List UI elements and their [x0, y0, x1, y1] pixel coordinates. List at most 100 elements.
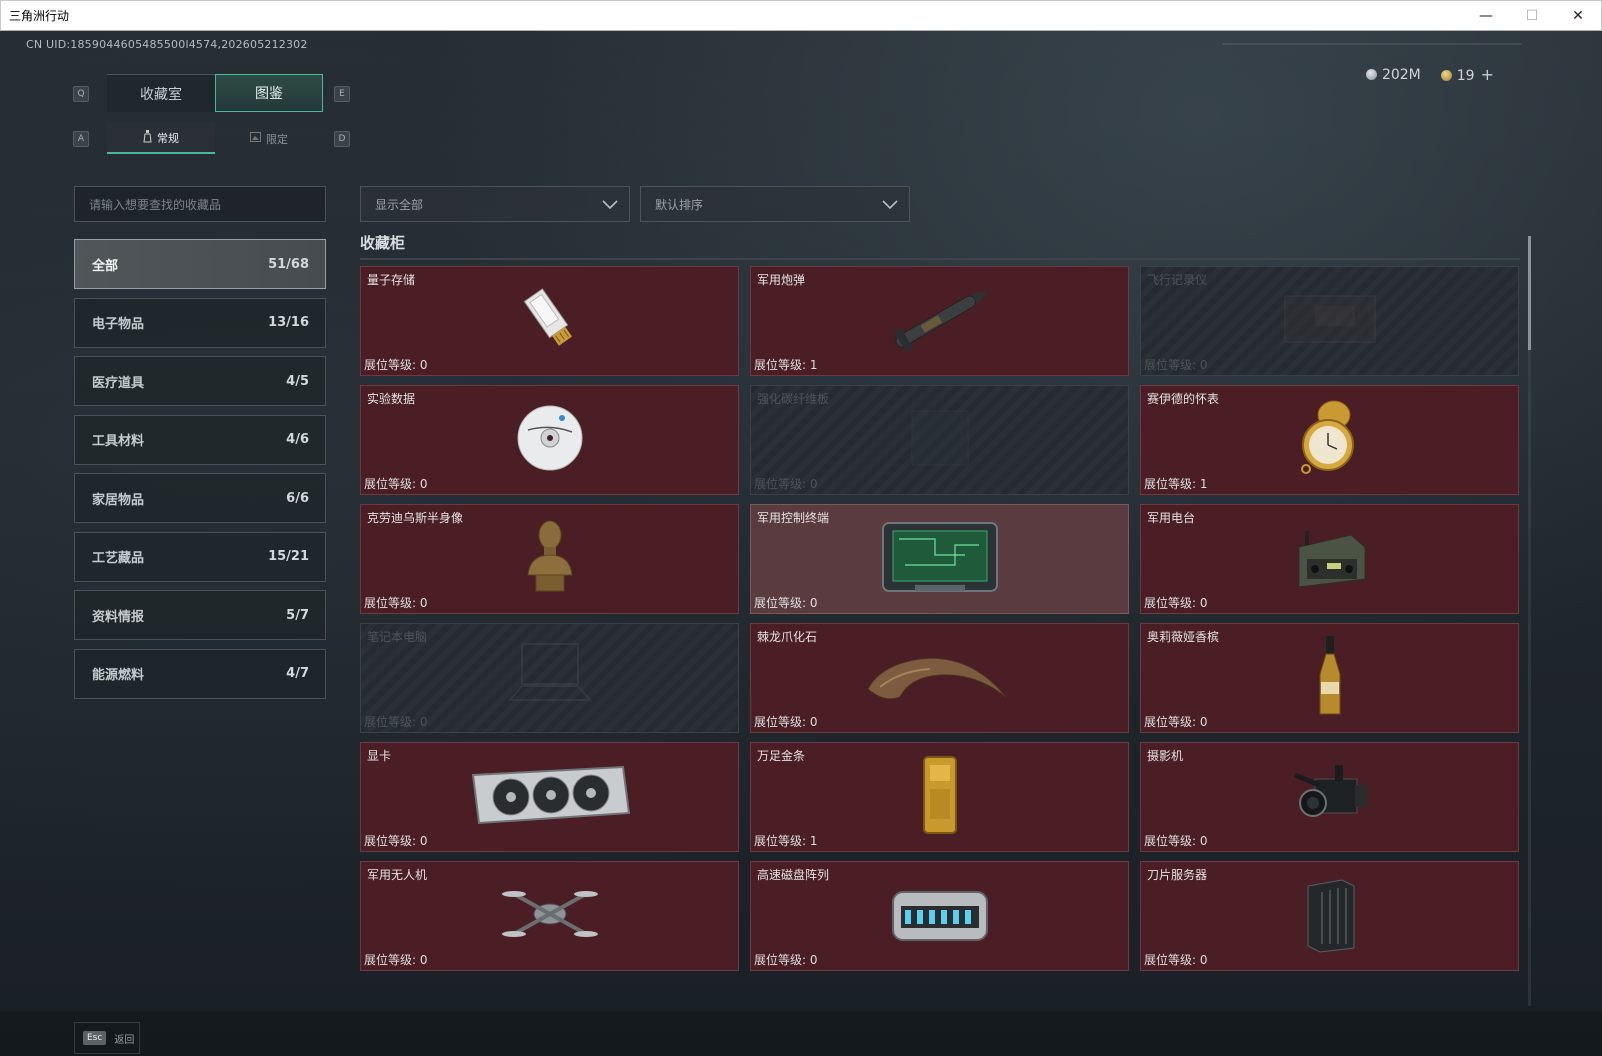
gold-coin-icon	[1440, 70, 1452, 81]
flight-recorder-icon	[1275, 284, 1385, 358]
item-level: 展位等级: 0	[364, 715, 428, 729]
category-label: 能源燃料	[92, 668, 145, 683]
window-titlebar: 三角洲行动 — ☐ ✕	[0, 0, 1602, 31]
category-label: 家居物品	[92, 492, 145, 508]
item-name: 量子存储	[367, 273, 416, 287]
sort-value: 默认排序	[655, 197, 704, 212]
radio-icon	[1285, 517, 1375, 601]
category-count: 4/6	[286, 432, 309, 447]
category-medical[interactable]: 医疗道具 4/5	[74, 356, 326, 406]
section-divider	[360, 258, 1520, 260]
subtab-limited[interactable]: 限定	[215, 123, 323, 154]
drone-icon	[500, 876, 600, 956]
item-level: 展位等级: 0	[364, 834, 428, 848]
category-all[interactable]: 全部 51/68	[74, 239, 326, 289]
section-title: 收藏柜	[360, 234, 406, 252]
item-level: 展位等级: 0	[754, 715, 818, 729]
category-count: 5/7	[286, 607, 309, 623]
back-button[interactable]: Esc 返回	[74, 1022, 140, 1054]
bottle-icon	[143, 129, 152, 146]
item-level: 展位等级: 1	[1144, 477, 1208, 491]
category-label: 电子物品	[92, 317, 145, 332]
scrollbar-thumb[interactable]	[1528, 236, 1531, 350]
tab-catalog[interactable]: 图鉴	[215, 74, 323, 112]
image-icon	[250, 132, 261, 145]
item-level: 展位等级: 0	[1144, 715, 1208, 729]
item-name: 克劳迪乌斯半身像	[367, 511, 464, 525]
item-name: 万足金条	[757, 749, 806, 763]
main-tabs: 收藏室 图鉴	[107, 74, 323, 112]
item-card[interactable]: 实验数据 展位等级: 0	[360, 385, 739, 495]
esc-key-badge: Esc	[83, 1031, 107, 1045]
category-count: 4/7	[286, 666, 309, 681]
category-count: 4/5	[286, 373, 309, 389]
item-card[interactable]: 军用无人机 展位等级: 0	[360, 861, 739, 971]
category-electronics[interactable]: 电子物品 13/16	[74, 297, 326, 348]
chevron-down-icon	[881, 195, 899, 216]
camera-icon	[1285, 755, 1375, 839]
item-card[interactable]: 军用炮弹 展位等级: 1	[750, 266, 1129, 376]
display-filter-dropdown[interactable]: 显示全部	[360, 186, 630, 222]
item-card-highlighted[interactable]: 军用控制终端 展位等级: 0	[750, 504, 1129, 614]
item-card-locked[interactable]: 笔记本电脑 展位等级: 0	[360, 623, 739, 733]
gold-currency: 19 +	[1440, 65, 1494, 84]
item-card[interactable]: 棘龙爪化石 展位等级: 0	[750, 623, 1129, 733]
category-intel[interactable]: 资料情报 5/7	[74, 590, 326, 640]
item-card-locked[interactable]: 飞行记录仪 展位等级: 0	[1140, 266, 1519, 376]
category-label: 全部	[92, 258, 119, 274]
search-input[interactable]: 请输入想要查找的收藏品	[74, 186, 326, 222]
maximize-button[interactable]: ☐	[1509, 1, 1555, 31]
category-count: 13/16	[268, 315, 309, 330]
item-level: 展位等级: 0	[1144, 834, 1208, 848]
item-name: 实验数据	[367, 392, 416, 406]
close-button[interactable]: ✕	[1555, 1, 1601, 31]
item-card-locked[interactable]: 强化碳纤维板 展位等级: 0	[750, 385, 1129, 495]
tab-collection-room[interactable]: 收藏室	[107, 74, 215, 112]
back-label: 返回	[114, 1034, 135, 1046]
item-card[interactable]: 刀片服务器 展位等级: 0	[1140, 861, 1519, 971]
category-tools[interactable]: 工具材料 4/6	[74, 414, 326, 465]
item-level: 展位等级: 1	[754, 834, 818, 848]
item-name: 棘龙爪化石	[757, 630, 818, 644]
key-hint-q: Q	[73, 86, 89, 102]
silver-coin-icon	[1365, 68, 1377, 80]
item-card[interactable]: 军用电台 展位等级: 0	[1140, 504, 1519, 614]
item-name: 笔记本电脑	[367, 630, 428, 644]
item-level: 展位等级: 0	[364, 596, 428, 610]
scrollbar-track[interactable]	[1528, 236, 1531, 1006]
item-name: 摄影机	[1147, 749, 1184, 763]
item-level: 展位等级: 1	[754, 358, 818, 372]
minimize-button[interactable]: —	[1463, 1, 1509, 31]
item-name: 军用电台	[1147, 511, 1196, 525]
display-filter-value: 显示全部	[375, 197, 424, 212]
item-name: 显卡	[367, 749, 392, 763]
item-card[interactable]: 显卡 展位等级: 0	[360, 742, 739, 852]
category-label: 医疗道具	[92, 375, 145, 391]
gold-bar-icon	[918, 753, 962, 841]
subtab-regular[interactable]: 常规	[107, 123, 215, 154]
item-name: 奥莉薇娅香槟	[1147, 630, 1220, 644]
item-level: 展位等级: 0	[364, 953, 428, 967]
item-level: 展位等级: 0	[754, 596, 818, 610]
item-card[interactable]: 克劳迪乌斯半身像 展位等级: 0	[360, 504, 739, 614]
item-card[interactable]: 摄影机 展位等级: 0	[1140, 742, 1519, 852]
category-household[interactable]: 家居物品 6/6	[74, 473, 326, 523]
item-card[interactable]: 量子存储 展位等级: 0	[360, 266, 739, 376]
item-level: 展位等级: 0	[1144, 358, 1208, 372]
silver-amount: 202M	[1381, 66, 1421, 83]
sort-dropdown[interactable]: 默认排序	[640, 186, 910, 222]
item-card[interactable]: 赛伊德的怀表 展位等级: 1	[1140, 385, 1519, 495]
item-card[interactable]: 奥莉薇娅香槟 展位等级: 0	[1140, 623, 1519, 733]
category-crafts[interactable]: 工艺藏品 15/21	[74, 531, 326, 582]
item-name: 军用无人机	[367, 868, 428, 882]
item-level: 展位等级: 0	[364, 477, 428, 491]
item-card[interactable]: 高速磁盘阵列 展位等级: 0	[750, 861, 1129, 971]
item-name: 赛伊德的怀表	[1147, 392, 1220, 406]
item-level: 展位等级: 0	[754, 477, 818, 491]
item-name: 刀片服务器	[1147, 868, 1208, 882]
add-currency-button[interactable]: +	[1481, 65, 1494, 84]
item-card[interactable]: 万足金条 展位等级: 1	[750, 742, 1129, 852]
uid-label: CN UID:1859044605485500l4574,20260521230…	[26, 38, 308, 51]
silver-currency: 202M	[1365, 66, 1421, 83]
category-energy[interactable]: 能源燃料 4/7	[74, 648, 326, 699]
